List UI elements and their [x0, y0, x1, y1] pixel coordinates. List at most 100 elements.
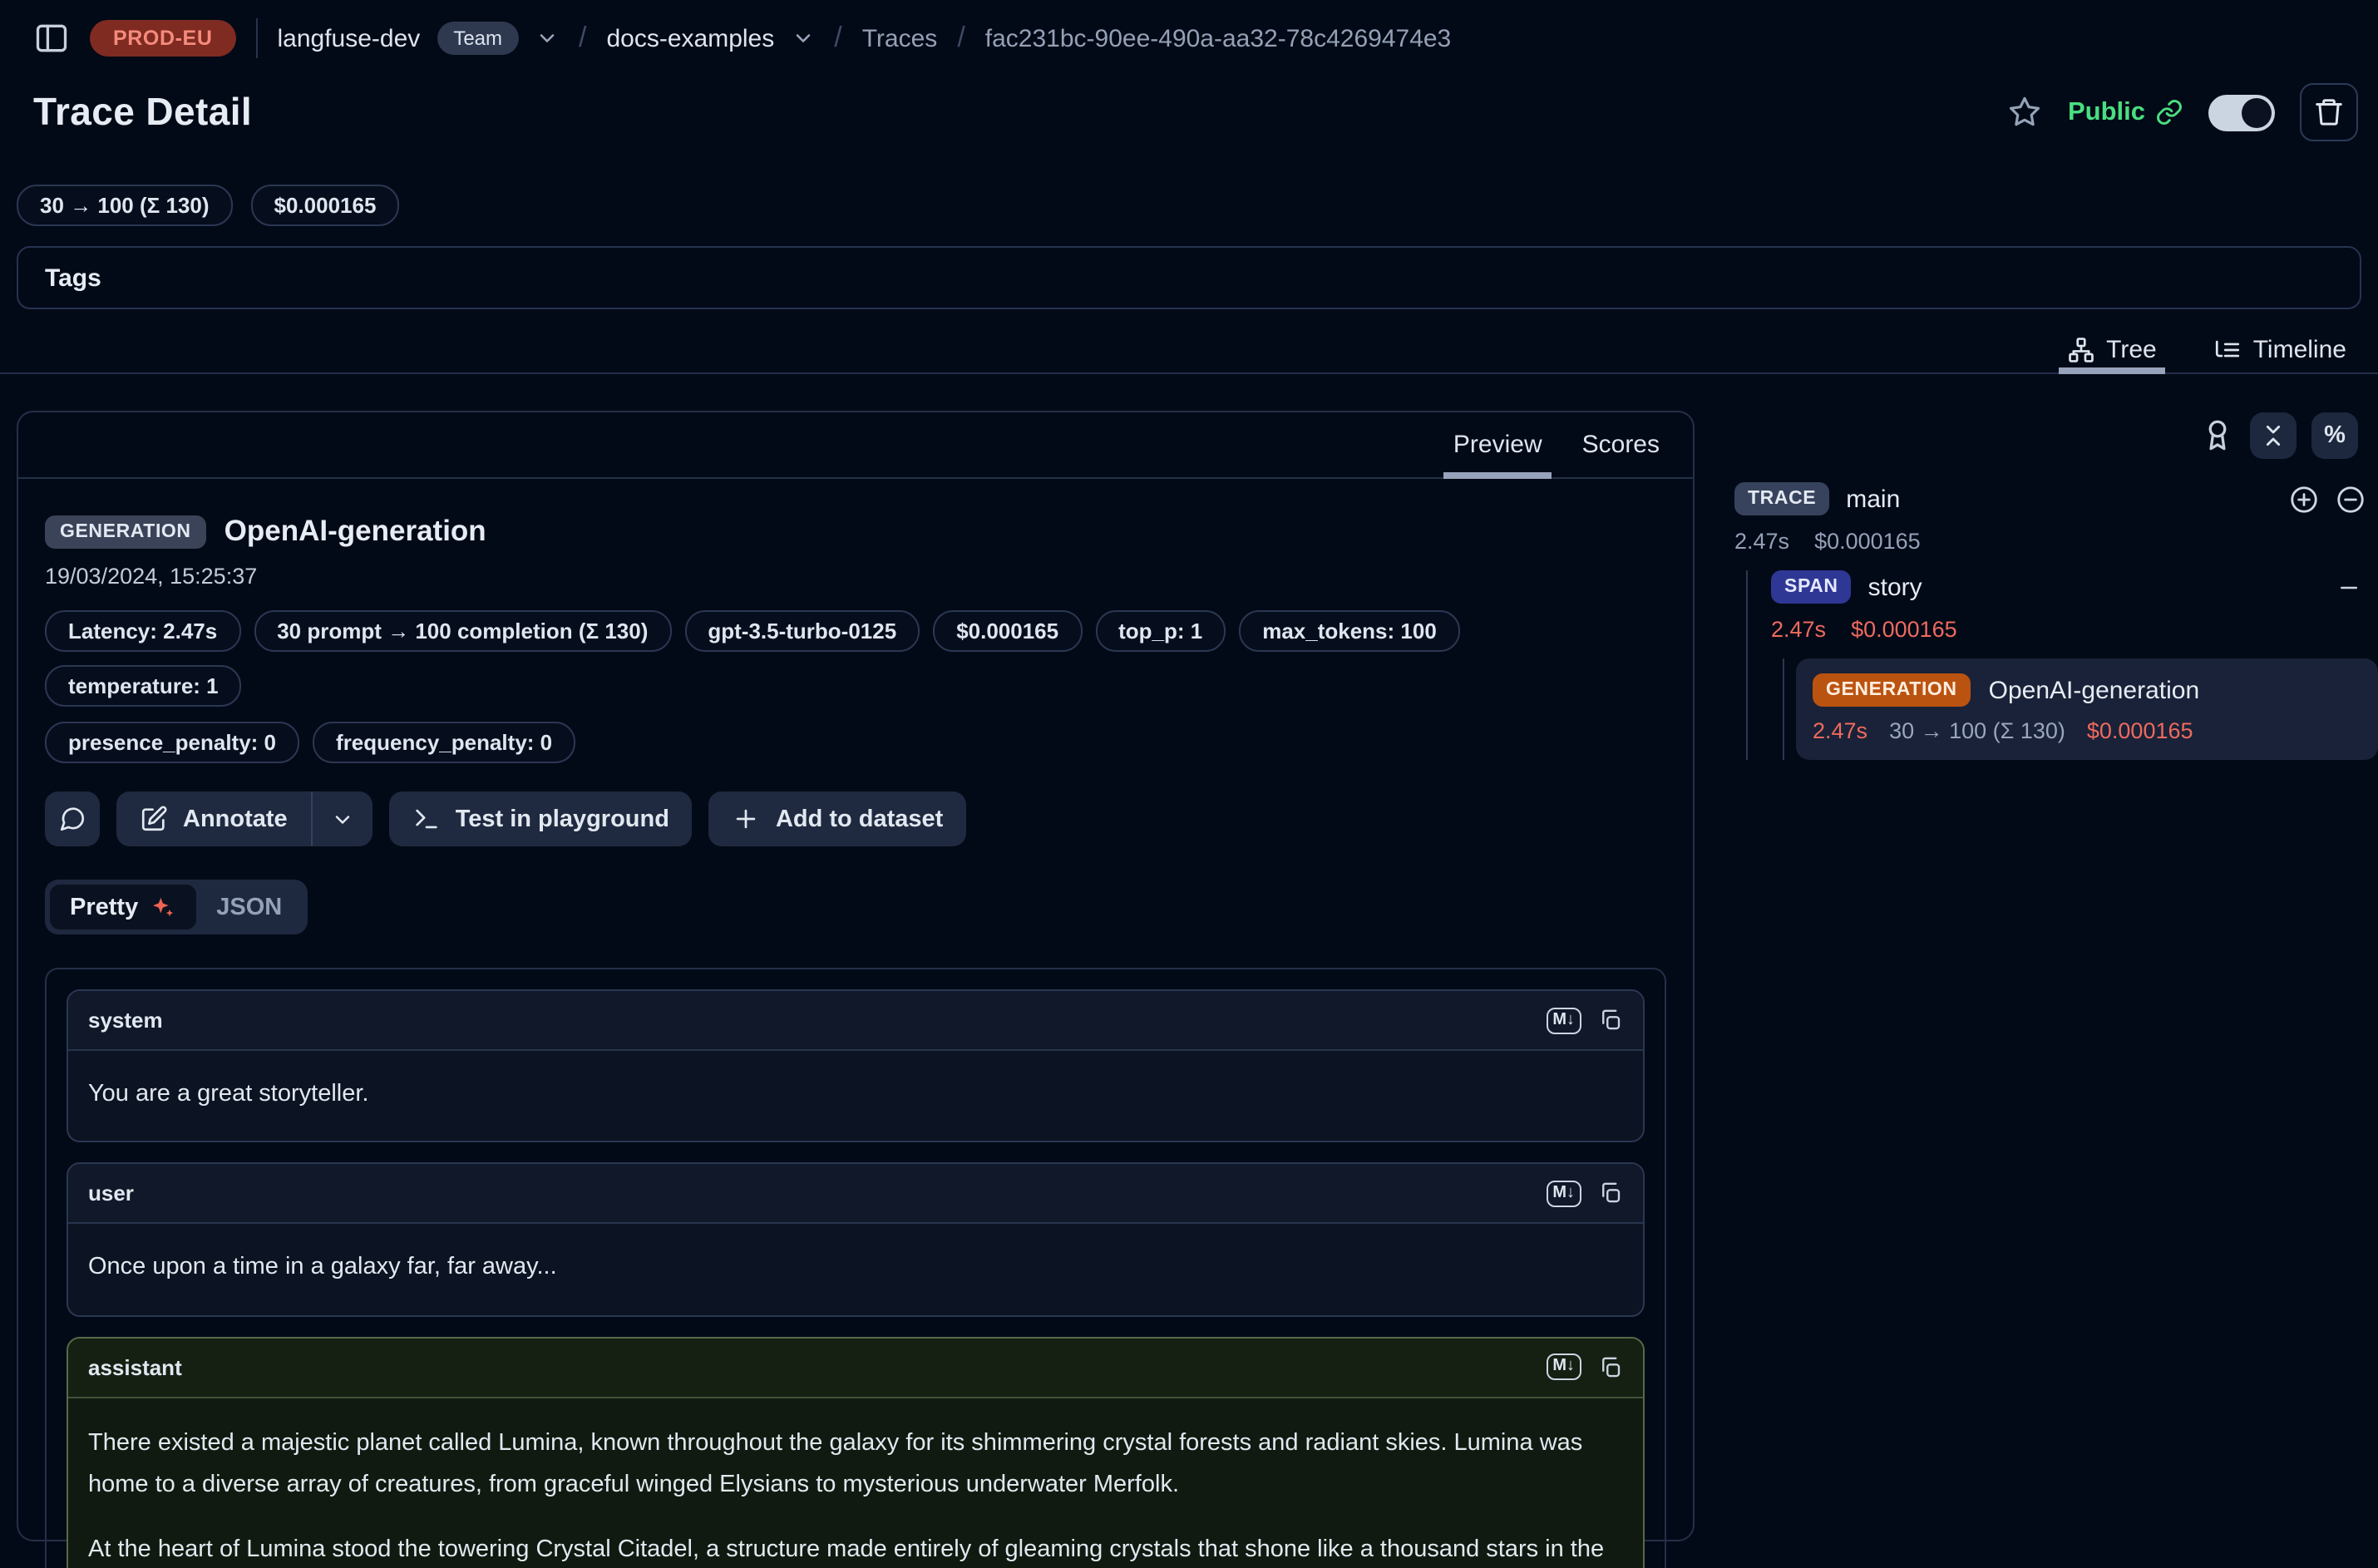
trace-tree-panel: % TRACE main 2.47s $0.000165	[1734, 411, 2378, 1541]
token-usage-badge: 30 prompt → 100 completion (Σ 130)	[254, 610, 671, 652]
trace-cost: $0.000165	[1814, 529, 1921, 554]
add-to-dataset-button[interactable]: Add to dataset	[709, 791, 966, 846]
markdown-toggle-icon[interactable]: M↓	[1546, 1354, 1581, 1381]
message-header: system M↓	[68, 991, 1643, 1051]
generation-type-badge: GENERATION	[1813, 673, 1971, 707]
chevron-down-icon	[331, 807, 354, 831]
tree-node-generation-selected[interactable]: GENERATION OpenAI-generation 2.47s 30 → …	[1796, 658, 2378, 760]
annotate-button[interactable]: Annotate	[116, 791, 311, 846]
message-assistant: assistant M↓ There existed a majestic pl…	[67, 1337, 1645, 1568]
format-pretty-segment[interactable]: Pretty	[50, 885, 196, 929]
comment-button[interactable]	[45, 791, 100, 846]
bookmark-star-button[interactable]	[2008, 95, 2043, 130]
message-role: assistant	[88, 1355, 182, 1380]
plus-circle-icon[interactable]	[2288, 483, 2320, 515]
generation-latency: 2.47s	[1813, 718, 1867, 743]
view-tabs: Tree Timeline	[0, 326, 2378, 374]
add-to-dataset-label: Add to dataset	[776, 806, 943, 832]
public-link[interactable]: Public	[2068, 97, 2183, 127]
public-toggle[interactable]	[2208, 94, 2275, 131]
pen-square-icon	[140, 805, 168, 833]
metrics-percent-button[interactable]: %	[2311, 412, 2358, 458]
copy-icon[interactable]	[1598, 1355, 1623, 1380]
scores-award-button[interactable]	[2200, 417, 2235, 452]
copy-icon[interactable]	[1598, 1181, 1623, 1206]
generation-metrics: 2.47s 30 → 100 (Σ 130) $0.000165	[1813, 718, 2361, 743]
tags-box[interactable]: Tags	[17, 246, 2361, 309]
assistant-paragraph: At the heart of Lumina stood the towerin…	[88, 1530, 1623, 1568]
tree-node-span[interactable]: SPAN story	[1771, 570, 2378, 604]
message-text: Once upon a time in a galaxy far, far aw…	[68, 1225, 1643, 1315]
panel-left-icon	[33, 20, 70, 57]
trace-summary-badges: 30 → 100 (Σ 130) $0.000165	[17, 185, 2361, 226]
playground-button[interactable]: Test in playground	[389, 791, 693, 846]
topbar-separator	[256, 18, 258, 58]
tab-tree[interactable]: Tree	[2058, 326, 2165, 372]
tree-toolbar: %	[1734, 411, 2378, 459]
span-type-badge: SPAN	[1771, 570, 1852, 604]
markdown-toggle-icon[interactable]: M↓	[1546, 1007, 1581, 1033]
message-text: There existed a majestic planet called L…	[68, 1398, 1643, 1568]
tab-tree-label: Tree	[2106, 335, 2157, 363]
tab-timeline[interactable]: Timeline	[2205, 326, 2355, 372]
markdown-toggle-icon[interactable]: M↓	[1546, 1181, 1581, 1207]
trash-icon	[2313, 96, 2345, 128]
plus-icon	[733, 805, 761, 833]
message-role: system	[88, 1008, 163, 1033]
tab-preview[interactable]: Preview	[1437, 412, 1559, 477]
presence-penalty-badge: presence_penalty: 0	[45, 722, 299, 763]
topbar: PROD-EU langfuse-dev Team / docs-example…	[33, 17, 2358, 60]
panel-tabs: Preview Scores	[18, 412, 1693, 479]
chevrons-collapse-icon	[2260, 422, 2287, 448]
message-user: user M↓ Once upon a time in a galaxy far…	[67, 1163, 1645, 1317]
message-header: user M↓	[68, 1165, 1643, 1225]
message-header: assistant M↓	[68, 1339, 1643, 1398]
format-toggle: Pretty JSON	[45, 880, 307, 934]
tree-node-trace[interactable]: TRACE main	[1734, 482, 2378, 515]
breadcrumb-project[interactable]: docs-examples	[606, 24, 774, 52]
chevron-down-icon[interactable]	[535, 27, 559, 50]
tree-icon	[2066, 335, 2094, 363]
latency-badge: Latency: 2.47s	[45, 610, 240, 652]
span-latency: 2.47s	[1771, 617, 1826, 642]
messages-container: system M↓ You are a great storyteller.	[45, 968, 1666, 1568]
tags-label: Tags	[45, 264, 101, 292]
delete-trace-button[interactable]	[2300, 83, 2358, 141]
max-tokens-badge: max_tokens: 100	[1239, 610, 1460, 652]
toggle-knob	[2242, 97, 2272, 127]
title-row: Trace Detail Public	[33, 83, 2358, 141]
model-badge[interactable]: gpt-3.5-turbo-0125	[684, 610, 920, 652]
minus-circle-icon[interactable]	[2335, 483, 2366, 515]
annotate-label: Annotate	[183, 806, 288, 832]
observation-params-row2: presence_penalty: 0 frequency_penalty: 0	[45, 722, 1666, 763]
collapse-all-button[interactable]	[2250, 412, 2297, 458]
temperature-badge: temperature: 1	[45, 665, 242, 707]
assistant-paragraph: There existed a majestic planet called L…	[88, 1423, 1623, 1506]
collapse-node-icon[interactable]	[2336, 574, 2366, 599]
chevron-down-icon[interactable]	[791, 27, 814, 50]
generation-node-header: GENERATION OpenAI-generation	[1813, 673, 2361, 707]
header-actions: Public	[2008, 83, 2358, 141]
breadcrumb-divider: /	[954, 22, 968, 55]
format-json-segment[interactable]: JSON	[196, 885, 302, 929]
breadcrumb-traces[interactable]: Traces	[862, 24, 938, 52]
main-content: Preview Scores GENERATION OpenAI-generat…	[0, 411, 2378, 1541]
span-name: story	[1868, 573, 1922, 601]
annotate-dropdown-button[interactable]	[313, 791, 372, 846]
tab-scores[interactable]: Scores	[1566, 412, 1676, 477]
public-label: Public	[2068, 97, 2145, 127]
tab-timeline-label: Timeline	[2253, 335, 2346, 363]
generation-tokens: 30 → 100 (Σ 130)	[1889, 718, 2065, 743]
comment-icon	[58, 805, 86, 833]
award-icon	[2200, 417, 2235, 452]
breadcrumb-org[interactable]: langfuse-dev	[278, 24, 421, 52]
breadcrumb: langfuse-dev Team / docs-examples / Trac…	[278, 22, 1452, 55]
trace-children: SPAN story 2.47s $0.000165 GENERATION	[1746, 570, 2378, 760]
pretty-label: Pretty	[70, 894, 138, 920]
annotate-split-button: Annotate	[116, 791, 372, 846]
sidebar-toggle-button[interactable]	[33, 20, 70, 57]
copy-icon[interactable]	[1598, 1008, 1623, 1033]
breadcrumb-divider: /	[575, 22, 590, 55]
timeline-icon	[2213, 335, 2242, 363]
breadcrumb-trace-id: fac231bc-90ee-490a-aa32-78c4269474e3	[985, 24, 1451, 52]
